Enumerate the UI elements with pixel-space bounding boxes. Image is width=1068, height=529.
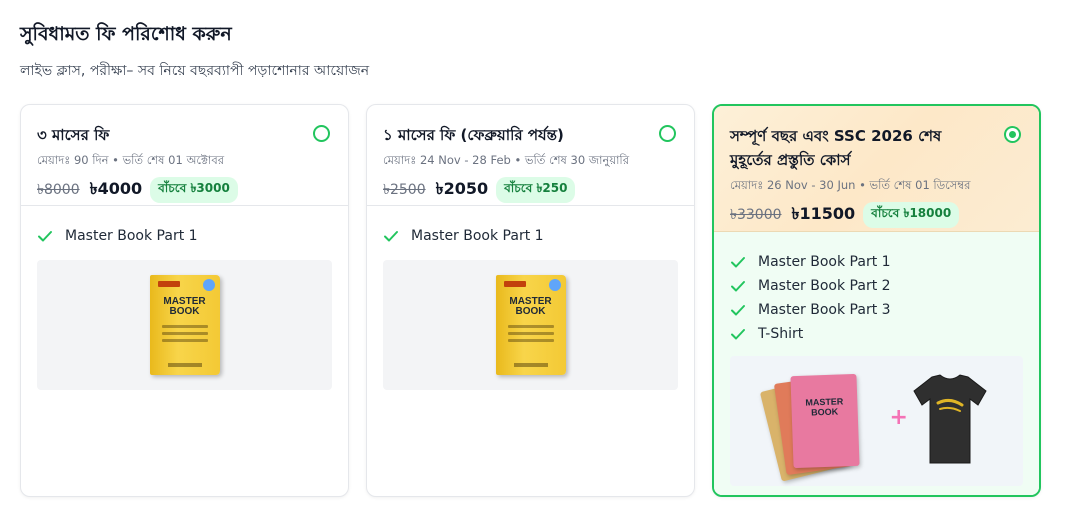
product-image: MASTER BOOK (37, 260, 332, 390)
plan-meta: মেয়াদঃ 24 Nov - 28 Feb • ভর্তি শেষ 30 জ… (383, 153, 630, 167)
feature-item: Master Book Part 2 (730, 274, 1023, 298)
feature-label: Master Book Part 1 (411, 228, 544, 244)
check-icon (731, 281, 745, 292)
plan-header: সম্পূর্ণ বছর এবং SSC 2026 শেষ মুহূর্তের … (714, 106, 1039, 232)
check-icon (38, 231, 52, 242)
price-row: ৳2500 ৳2050 বাঁচবে ৳250 (383, 176, 678, 203)
plan-body: Master Book Part 1 MASTER BOOK (21, 206, 348, 390)
plan-body: Master Book Part 1 MASTER BOOK (367, 206, 694, 390)
check-icon (731, 329, 745, 340)
price-row: ৳33000 ৳11500 বাঁচবে ৳18000 (730, 201, 1023, 228)
new-price: ৳4000 (89, 179, 143, 198)
master-book-image: MASTER BOOK (149, 275, 220, 375)
plan-meta: মেয়াদঃ 26 Nov - 30 Jun • ভর্তি শেষ 01 ড… (730, 178, 971, 192)
check-icon (731, 257, 745, 268)
plan-header: ৩ মাসের ফি মেয়াদঃ 90 দিন • ভর্তি শেষ 01… (21, 105, 348, 206)
savings-badge: বাঁচবে ৳3000 (150, 176, 238, 203)
price-row: ৳8000 ৳4000 বাঁচবে ৳3000 (37, 176, 332, 203)
old-price: ৳2500 (383, 181, 426, 198)
feature-item: Master Book Part 3 (730, 298, 1023, 322)
book-stack-and-tshirt-image: MASTER BOOK + (759, 361, 992, 482)
plan-card-3-month[interactable]: ৩ মাসের ফি মেয়াদঃ 90 দিন • ভর্তি শেষ 01… (20, 104, 349, 497)
product-image: MASTER BOOK + (730, 356, 1023, 486)
savings-badge: বাঁচবে ৳18000 (863, 201, 960, 228)
feature-item: Master Book Part 1 (383, 224, 678, 248)
check-icon (384, 231, 398, 242)
plan-radio[interactable] (659, 125, 676, 142)
plan-header: ১ মাসের ফি (ফেব্রুয়ারি পর্যন্ত) মেয়াদঃ… (367, 105, 694, 206)
savings-badge: বাঁচবে ৳250 (496, 176, 576, 203)
plan-name: ৩ মাসের ফি (37, 126, 110, 144)
feature-item: Master Book Part 1 (37, 224, 332, 248)
fee-section: সুবিধামত ফি পরিশোধ করুন লাইভ ক্লাস, পরীক… (0, 0, 1068, 529)
feature-label: Master Book Part 1 (65, 228, 198, 244)
plan-name: ১ মাসের ফি (ফেব্রুয়ারি পর্যন্ত) (383, 126, 564, 144)
new-price: ৳2050 (435, 179, 489, 198)
new-price: ৳11500 (791, 204, 856, 223)
product-image: MASTER BOOK (383, 260, 678, 390)
page-subtitle: লাইভ ক্লাস, পরীক্ষা– সব নিয়ে বছরব্যাপী … (20, 63, 370, 79)
plus-icon: + (889, 405, 908, 430)
plan-name: সম্পূর্ণ বছর এবং SSC 2026 শেষ মুহূর্তের … (730, 127, 942, 169)
plan-card-full-year[interactable]: সম্পূর্ণ বছর এবং SSC 2026 শেষ মুহূর্তের … (712, 104, 1041, 497)
feature-item: T-Shirt (730, 322, 1023, 346)
feature-label: Master Book Part 1 (758, 254, 891, 270)
old-price: ৳33000 (730, 206, 782, 223)
plan-meta: মেয়াদঃ 90 দিন • ভর্তি শেষ 01 অক্টোবর (37, 153, 225, 167)
feature-item: Master Book Part 1 (730, 250, 1023, 274)
old-price: ৳8000 (37, 181, 80, 198)
page-title: সুবিধামত ফি পরিশোধ করুন (20, 23, 232, 45)
book-stack-image: MASTER BOOK (789, 373, 860, 469)
master-book-image: MASTER BOOK (495, 275, 566, 375)
feature-label: T-Shirt (758, 326, 804, 342)
plan-radio[interactable] (313, 125, 330, 142)
tshirt-icon (912, 374, 987, 464)
feature-label: Master Book Part 3 (758, 302, 891, 318)
plan-body: Master Book Part 1 Master Book Part 2 Ma… (714, 232, 1039, 495)
check-icon (731, 305, 745, 316)
plan-card-1-month[interactable]: ১ মাসের ফি (ফেব্রুয়ারি পর্যন্ত) মেয়াদঃ… (366, 104, 695, 497)
plan-radio-selected[interactable] (1004, 126, 1021, 143)
feature-label: Master Book Part 2 (758, 278, 891, 294)
